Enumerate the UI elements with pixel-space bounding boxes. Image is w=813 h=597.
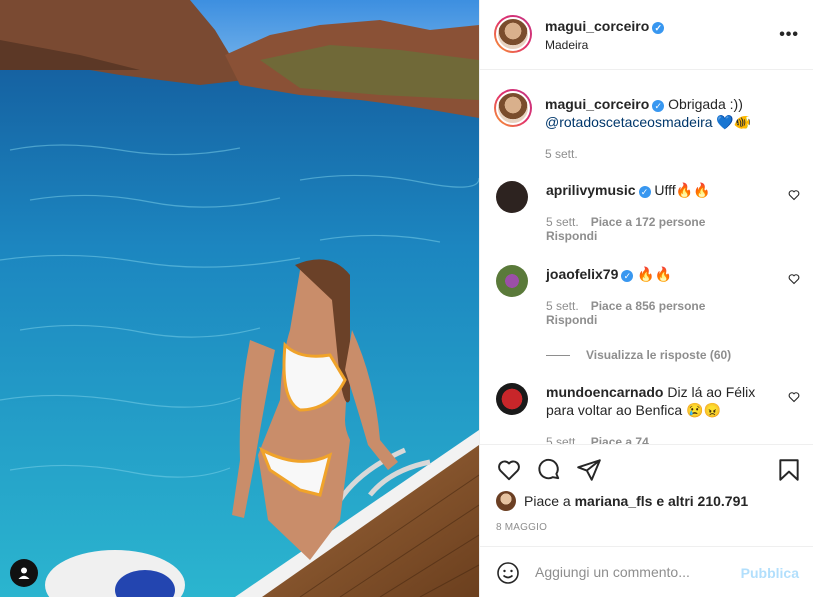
add-comment-bar: Pubblica: [480, 546, 813, 597]
heart-icon[interactable]: [496, 457, 522, 483]
caption-text: magui_corceiro ✓ Obrigada :)) @rotadoscet…: [545, 95, 800, 163]
likes-summary[interactable]: Piace a mariana_fls e altri 210.791: [496, 491, 748, 511]
verified-badge-icon: ✓: [638, 186, 651, 198]
comment-meta: 5 sett. Piace a 74: [546, 435, 661, 444]
verified-badge-icon: ✓: [652, 100, 665, 112]
share-icon[interactable]: [576, 457, 602, 483]
view-replies-label: Visualizza le risposte (60): [586, 348, 732, 362]
caption-avatar[interactable]: [494, 89, 532, 127]
post-photo[interactable]: [0, 0, 479, 597]
reply-button[interactable]: Rispondi: [546, 313, 597, 327]
comment-time[interactable]: 5 sett.: [546, 215, 579, 229]
comment-text: mundoencarnado Diz lá ao Félix para volt…: [546, 383, 766, 419]
caption-mention[interactable]: @rotadoscetaceosmadeira: [545, 114, 713, 130]
post-details-panel: magui_corceiro ✓ Madeira ••• magui_corcei…: [479, 0, 813, 597]
comment-username[interactable]: joaofelix79: [546, 266, 618, 282]
post-location[interactable]: Madeira: [545, 38, 588, 52]
post-actions: Piace a mariana_fls e altri 210.791 8 MA…: [480, 444, 813, 546]
author-username[interactable]: magui_corceiro: [545, 18, 649, 34]
comment-heart-icon[interactable]: [788, 273, 800, 285]
comment-meta: 5 sett. Piace a 856 persone: [546, 299, 717, 313]
author-username-row[interactable]: magui_corceiro ✓: [545, 18, 665, 34]
likes-others[interactable]: e altri 210.791: [656, 493, 748, 509]
caption-emojis: 💙🐠: [716, 114, 752, 130]
verified-badge-icon: ✓: [621, 270, 634, 282]
comment-likes[interactable]: Piace a 856 persone: [591, 299, 706, 313]
comment-time[interactable]: 5 sett.: [546, 435, 579, 444]
post-header: magui_corceiro ✓ Madeira •••: [480, 0, 813, 70]
author-avatar[interactable]: [494, 15, 532, 53]
comment-body: Ufff🔥🔥: [654, 182, 711, 198]
liker-avatar[interactable]: [496, 491, 516, 511]
caption-time: 5 sett.: [545, 147, 578, 161]
more-options-icon[interactable]: •••: [779, 26, 799, 44]
publish-button[interactable]: Pubblica: [741, 565, 799, 581]
user-tag-icon[interactable]: [10, 559, 38, 587]
comment-icon[interactable]: [536, 457, 562, 483]
comment-likes[interactable]: Piace a 172 persone: [591, 215, 706, 229]
replies-divider: [546, 354, 570, 356]
view-replies-button[interactable]: Visualizza le risposte (60): [546, 348, 731, 362]
comment-username[interactable]: aprilivymusic: [546, 182, 636, 198]
emoji-icon[interactable]: [496, 561, 520, 585]
comment-avatar[interactable]: [496, 181, 528, 213]
comment-likes[interactable]: Piace a 74: [591, 435, 649, 444]
comment-heart-icon[interactable]: [788, 189, 800, 201]
comments-list[interactable]: magui_corceiro ✓ Obrigada :)) @rotadoscet…: [480, 71, 813, 444]
likes-user[interactable]: mariana_fls: [575, 493, 653, 509]
comment-time[interactable]: 5 sett.: [546, 299, 579, 313]
comment-meta: 5 sett. Piace a 172 persone: [546, 215, 717, 229]
comment-username[interactable]: mundoencarnado: [546, 384, 663, 400]
photo-image: [0, 0, 479, 597]
verified-badge-icon: ✓: [652, 22, 665, 34]
comment-heart-icon[interactable]: [788, 391, 800, 403]
comment-avatar[interactable]: [496, 265, 528, 297]
comment-input[interactable]: [535, 559, 735, 585]
reply-button[interactable]: Rispondi: [546, 229, 597, 243]
comment-body: 🔥🔥: [637, 266, 673, 282]
bookmark-icon[interactable]: [776, 457, 802, 483]
comment-text: joaofelix79 ✓ 🔥🔥: [546, 265, 766, 283]
post-date[interactable]: 8 MAGGIO: [496, 522, 547, 533]
caption-body: Obrigada :)): [668, 96, 743, 112]
caption-username[interactable]: magui_corceiro: [545, 96, 649, 112]
comment-avatar[interactable]: [496, 383, 528, 415]
likes-prefix: Piace a: [524, 493, 571, 509]
comment-text: aprilivymusic ✓ Ufff🔥🔥: [546, 181, 766, 199]
